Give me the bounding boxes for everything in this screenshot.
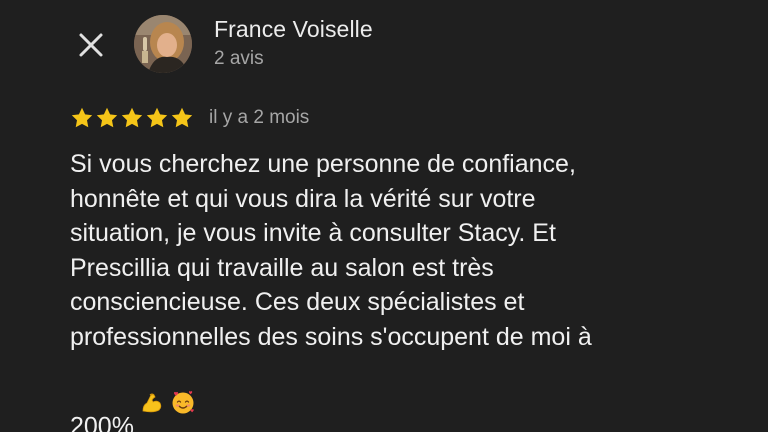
profile-photo-icon <box>134 15 192 73</box>
rating-row: il y a 2 mois <box>70 104 309 132</box>
star-icon <box>145 106 169 130</box>
star-rating <box>70 106 194 130</box>
close-button[interactable] <box>74 28 108 62</box>
avatar[interactable] <box>134 15 192 73</box>
star-icon <box>120 106 144 130</box>
close-icon <box>78 32 104 58</box>
star-icon <box>95 106 119 130</box>
review-text: Si vous cherchez une personne de confian… <box>70 147 710 432</box>
author-name[interactable]: France Voiselle <box>214 16 373 43</box>
star-icon <box>170 106 194 130</box>
flexed-biceps-emoji-icon <box>140 356 164 432</box>
author-review-count: 2 avis <box>214 48 264 69</box>
star-icon <box>70 106 94 130</box>
review-time: il y a 2 mois <box>209 107 310 128</box>
smiling-face-with-hearts-emoji-icon <box>170 354 196 432</box>
